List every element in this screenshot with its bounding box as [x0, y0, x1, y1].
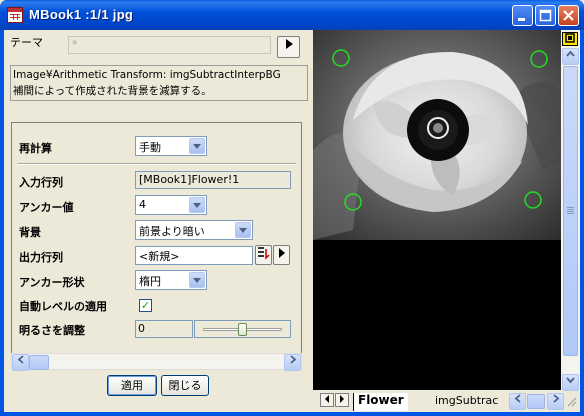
sheet-tab-bar: Flower imgSubtrac: [313, 391, 580, 412]
anchor-shape-value: 楕円: [139, 275, 161, 288]
chevron-down-icon[interactable]: [235, 222, 251, 238]
maximize-button[interactable]: [535, 5, 556, 26]
settings-panel: 再計算 手動 入力行列 [MBook1]Flower!1 アンカー値 4 背景 …: [11, 122, 302, 368]
chevron-down-icon[interactable]: [189, 272, 205, 288]
brightness-slider[interactable]: [194, 320, 291, 338]
anchor-shape-label: アンカー形状: [19, 276, 85, 289]
separator: [17, 163, 296, 165]
anchor-count-value: 4: [139, 198, 146, 211]
anchor-count-label: アンカー値: [19, 201, 74, 214]
prev-sheet-button[interactable]: [320, 393, 334, 407]
scroll-right-button[interactable]: [284, 354, 301, 371]
background-label: 背景: [19, 226, 41, 239]
anchor-shape-combo[interactable]: 楕円: [135, 270, 207, 290]
chevron-left-icon: [17, 355, 24, 364]
chevron-down-icon[interactable]: [189, 138, 205, 154]
close-window-button[interactable]: [558, 5, 579, 26]
scroll-down-button[interactable]: [562, 374, 579, 391]
minimize-icon: [518, 18, 525, 21]
theme-menu-button[interactable]: [277, 36, 300, 58]
recalc-value: 手動: [139, 141, 161, 154]
grip-icon: [567, 397, 577, 407]
triangle-left-icon: [325, 395, 329, 403]
sheet-scroll-right-button[interactable]: [547, 393, 564, 410]
triangle-right-icon: [340, 395, 344, 403]
window-title: MBook1 :1/1 jpg: [29, 7, 134, 22]
output-picker-button[interactable]: [255, 245, 272, 265]
title-bar[interactable]: MBook1 :1/1 jpg: [0, 0, 584, 30]
scroll-thumb[interactable]: [29, 355, 49, 370]
output-matrix-label: 出力行列: [19, 251, 63, 264]
close-icon: [563, 10, 574, 21]
brightness-label: 明るさを調整: [19, 324, 85, 337]
resize-grip-icon[interactable]: [565, 395, 577, 407]
next-sheet-button[interactable]: [335, 393, 349, 407]
background-value: 前景より暗い: [139, 225, 205, 238]
play-icon: [285, 39, 293, 49]
apply-button[interactable]: 適用: [107, 375, 157, 396]
output-matrix-field[interactable]: <新規>: [135, 246, 253, 265]
auto-level-checkbox[interactable]: ✓: [139, 299, 152, 312]
maximize-icon: [539, 9, 552, 22]
sheet-tab-flower[interactable]: Flower: [353, 393, 408, 411]
sheet-scroll-thumb[interactable]: [527, 394, 545, 409]
description-text: 補間によって作成された背景を減算する。: [13, 85, 212, 97]
brightness-value-field[interactable]: 0: [135, 320, 193, 338]
image-viewport[interactable]: [313, 30, 561, 390]
chevron-right-icon: [289, 355, 296, 364]
background-combo[interactable]: 前景より暗い: [135, 220, 253, 240]
brightness-value: 0: [138, 322, 145, 335]
dialog-window: MBook1 :1/1 jpg テーマ * Image¥Arithmetic T…: [0, 0, 584, 416]
sheet-tab-imgsubtrac[interactable]: imgSubtrac: [435, 394, 507, 412]
workbook-icon[interactable]: [7, 7, 23, 23]
description-path: Image¥Arithmetic Transform: imgSubtractI…: [13, 69, 281, 81]
chevron-right-icon: [552, 394, 559, 403]
slider-thumb[interactable]: [237, 323, 247, 336]
chevron-down-icon[interactable]: [189, 197, 205, 213]
matrix-picker-icon: [258, 247, 270, 260]
play-icon: [278, 248, 285, 258]
chevron-up-icon: [566, 50, 575, 57]
close-button[interactable]: 閉じる: [161, 375, 209, 396]
description-box: Image¥Arithmetic Transform: imgSubtractI…: [10, 65, 308, 101]
theme-label: テーマ: [10, 36, 43, 49]
input-matrix-field[interactable]: [MBook1]Flower!1: [135, 171, 291, 189]
sheet-scroll-left-button[interactable]: [509, 393, 526, 410]
vertical-scroll-thumb[interactable]: [563, 66, 578, 356]
chevron-down-icon: [566, 377, 575, 384]
recalc-label: 再計算: [19, 142, 52, 155]
recalc-combo[interactable]: 手動: [135, 136, 207, 156]
panel-horizontal-scrollbar[interactable]: [11, 353, 302, 371]
dialog-client: テーマ * Image¥Arithmetic Transform: imgSub…: [4, 30, 580, 412]
anchor-count-combo[interactable]: 4: [135, 195, 207, 215]
auto-level-label: 自動レベルの適用: [19, 300, 107, 313]
output-menu-button[interactable]: [273, 245, 290, 265]
grip-lines: [567, 207, 574, 208]
resize-box-icon[interactable]: [562, 32, 578, 46]
theme-field: *: [68, 36, 271, 54]
flower-image: [313, 30, 561, 240]
box-icon: [565, 33, 575, 43]
chevron-left-icon: [514, 394, 521, 403]
scroll-up-button[interactable]: [562, 48, 579, 65]
image-vertical-scrollbar[interactable]: [561, 30, 580, 392]
input-matrix-label: 入力行列: [19, 176, 63, 189]
minimize-button[interactable]: [512, 5, 533, 26]
scroll-left-button[interactable]: [12, 354, 29, 371]
